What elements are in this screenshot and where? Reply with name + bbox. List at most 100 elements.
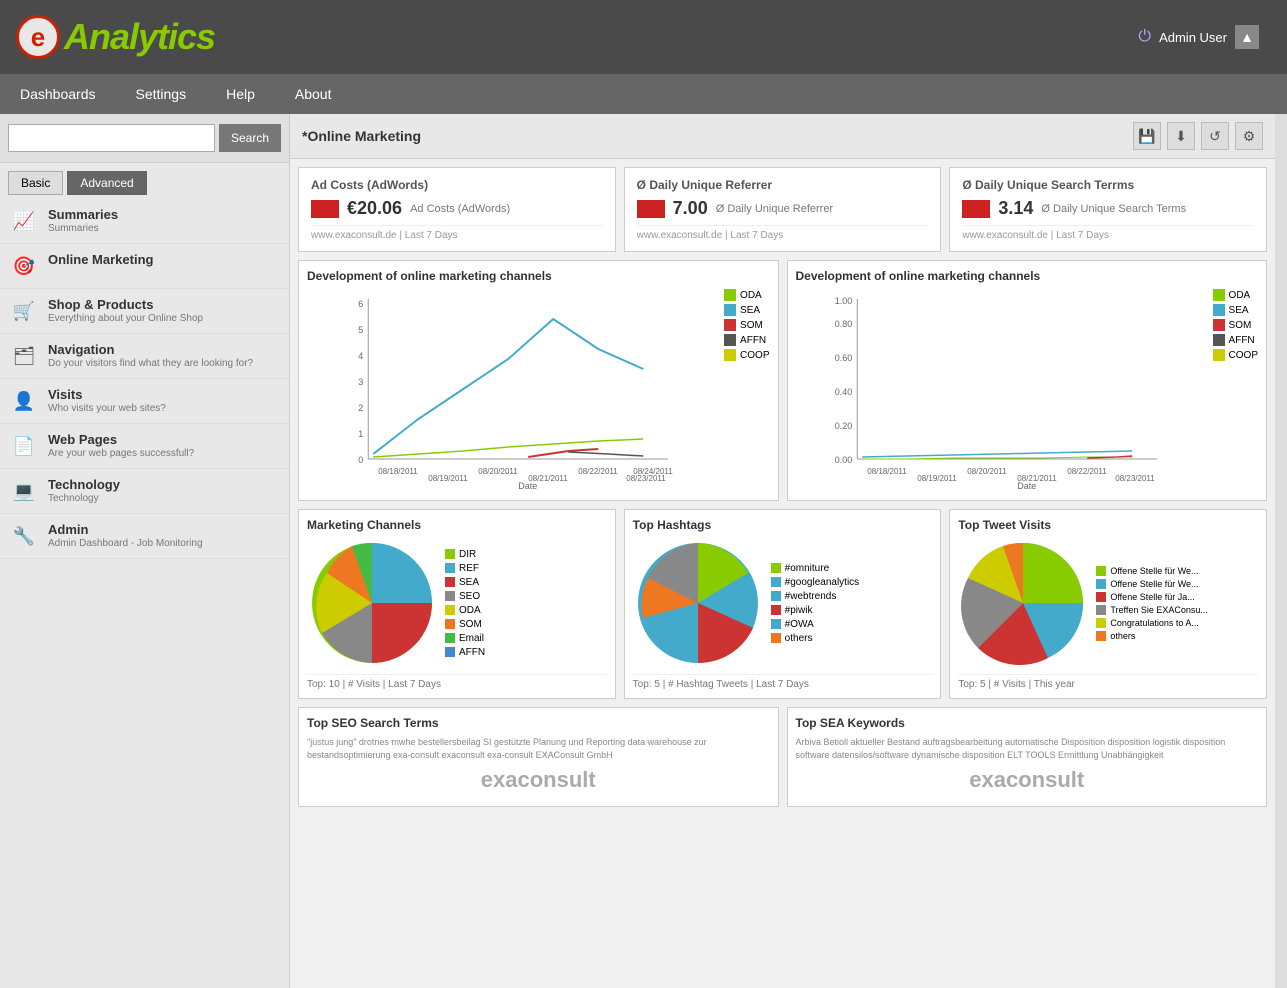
svg-text:5: 5 (358, 325, 363, 335)
stat-title-referrer: Ø Daily Unique Referrer (637, 178, 929, 192)
line-chart-1-legend: ODA SEA SOM AFFN COOP (724, 289, 769, 361)
stat-indicator-search (962, 200, 990, 218)
collapse-button[interactable]: ▲ (1235, 25, 1259, 49)
search-button[interactable]: Search (219, 124, 281, 152)
pie-marketing-footer: Top: 10 | # Visits | Last 7 Days (307, 674, 607, 690)
svg-text:08/18/2011: 08/18/2011 (867, 467, 907, 476)
legend-affn: AFFN (724, 334, 769, 346)
line-chart-1: Development of online marketing channels… (298, 260, 779, 501)
content-header: *Online Marketing 💾 ⬇ ↺ ⚙ (290, 114, 1275, 159)
refresh-icon[interactable]: ↺ (1201, 122, 1229, 150)
pie-row: Marketing Channels (298, 509, 1267, 699)
logo-icon: e (16, 15, 60, 59)
menu-icon-5: 📄 (10, 432, 38, 460)
svg-text:0.80: 0.80 (834, 319, 852, 329)
power-icon[interactable]: ⏻ (1138, 28, 1151, 46)
nav-about[interactable]: About (275, 74, 352, 114)
download-icon[interactable]: ⬇ (1167, 122, 1195, 150)
pie-hashtags: Top Hashtags #omniture (624, 509, 942, 699)
svg-text:08/18/2011: 08/18/2011 (378, 467, 418, 476)
sidebar-item-summaries[interactable]: 📈 Summaries Summaries (0, 199, 289, 244)
menu-text-6: Technology Technology (48, 477, 120, 504)
pie-tweets-content: Offene Stelle für We... Offene Stelle fü… (958, 538, 1258, 668)
legend-affn-pie: AFFN (445, 647, 485, 658)
pie-tweets-footer: Top: 5 | # Visits | This year (958, 674, 1258, 690)
nav-settings[interactable]: Settings (116, 74, 207, 114)
main-layout: Search Basic Advanced 📈 Summaries Summar… (0, 114, 1287, 988)
stat-footer-search: www.exaconsult.de | Last 7 Days (962, 225, 1254, 241)
menu-text-7: Admin Admin Dashboard - Job Monitoring (48, 522, 203, 549)
menu-title-1: Online Marketing (48, 252, 153, 267)
legend-oda: ODA (724, 289, 769, 301)
nav-help[interactable]: Help (206, 74, 275, 114)
menu-title-3: Navigation (48, 342, 253, 357)
seo-row: Top SEO Search Terms "justus jung" drotn… (298, 707, 1267, 807)
scrollbar[interactable] (1275, 114, 1287, 988)
sidebar-item-web-pages[interactable]: 📄 Web Pages Are your web pages successfu… (0, 424, 289, 469)
navbar: Dashboards Settings Help About (0, 74, 1287, 114)
stat-card-adcosts: Ad Costs (AdWords) €20.06 Ad Costs (AdWo… (298, 167, 616, 252)
menu-sub-4: Who visits your web sites? (48, 403, 166, 414)
stat-desc-search: Ø Daily Unique Search Terms (1041, 203, 1186, 215)
sidebar-item-visits[interactable]: 👤 Visits Who visits your web sites? (0, 379, 289, 424)
stat-card-search: Ø Daily Unique Search Terrms 3.14 Ø Dail… (949, 167, 1267, 252)
line-chart-2-area: 0.00 0.20 0.40 0.60 0.80 1.00 08/18/2011… (796, 289, 1259, 492)
svg-text:0: 0 (358, 455, 363, 465)
seo-brand-2: exaconsult (796, 767, 1259, 793)
svg-text:08/22/2011: 08/22/2011 (1067, 467, 1107, 476)
tab-bar: Basic Advanced (0, 163, 289, 195)
menu-text-1: Online Marketing (48, 252, 153, 267)
nav-dashboards[interactable]: Dashboards (0, 74, 116, 114)
svg-text:2: 2 (358, 403, 363, 413)
svg-text:08/23/2011: 08/23/2011 (1115, 474, 1155, 483)
menu-sub-7: Admin Dashboard - Job Monitoring (48, 538, 203, 549)
navbar-left: Dashboards Settings Help About (0, 74, 1287, 114)
svg-text:4: 4 (358, 351, 363, 361)
seo-search-text: "justus jung" drotnes mwhe bestellersbei… (307, 736, 770, 761)
svg-text:1.00: 1.00 (834, 296, 852, 306)
stat-desc-adcosts: Ad Costs (AdWords) (410, 203, 510, 215)
seo-keywords-title: Top SEA Keywords (796, 716, 1259, 730)
legend2-affn: AFFN (1213, 334, 1258, 346)
sidebar-item-technology[interactable]: 💻 Technology Technology (0, 469, 289, 514)
save-icon[interactable]: 💾 (1133, 122, 1161, 150)
search-input[interactable] (8, 124, 215, 152)
legend-seo: SEO (445, 591, 485, 602)
legend-coop: COOP (724, 349, 769, 361)
svg-text:08/20/2011: 08/20/2011 (967, 467, 1007, 476)
svg-text:0.20: 0.20 (834, 421, 852, 431)
menu-icon-2: 🛒 (10, 297, 38, 325)
menu-title-4: Visits (48, 387, 166, 402)
pie-hashtags-footer: Top: 5 | # Hashtag Tweets | Last 7 Days (633, 674, 933, 690)
sidebar-item-navigation[interactable]: 🗂 Navigation Do your visitors find what … (0, 334, 289, 379)
stat-indicator-referrer (637, 200, 665, 218)
svg-text:08/20/2011: 08/20/2011 (478, 467, 518, 476)
menu-title-6: Technology (48, 477, 120, 492)
menu-title-7: Admin (48, 522, 203, 537)
legend2-oda: ODA (1213, 289, 1258, 301)
settings-icon[interactable]: ⚙ (1235, 122, 1263, 150)
stat-footer-adcosts: www.exaconsult.de | Last 7 Days (311, 225, 603, 241)
stat-indicator-adcosts (311, 200, 339, 218)
pie-hashtags-content: #omniture #googleanalytics #webtrends #p… (633, 538, 933, 668)
legend-som: SOM (724, 319, 769, 331)
sidebar-item-online-marketing[interactable]: 🎯 Online Marketing (0, 244, 289, 289)
logo-text: Analytics (64, 16, 215, 58)
sidebar-item-shop-&-products[interactable]: 🛒 Shop & Products Everything about your … (0, 289, 289, 334)
stats-row: Ad Costs (AdWords) €20.06 Ad Costs (AdWo… (298, 167, 1267, 252)
stat-value-referrer: 7.00 (673, 198, 708, 219)
tab-advanced[interactable]: Advanced (67, 171, 146, 195)
svg-text:08/19/2011: 08/19/2011 (428, 474, 468, 483)
svg-text:0.00: 0.00 (834, 455, 852, 465)
menu-sub-3: Do your visitors find what they are look… (48, 358, 253, 369)
tab-basic[interactable]: Basic (8, 171, 63, 195)
svg-text:0.60: 0.60 (834, 353, 852, 363)
line-charts-row: Development of online marketing channels… (298, 260, 1267, 501)
seo-search-terms: Top SEO Search Terms "justus jung" drotn… (298, 707, 779, 807)
sidebar-item-admin[interactable]: 🔧 Admin Admin Dashboard - Job Monitoring (0, 514, 289, 559)
pie-marketing-title: Marketing Channels (307, 518, 607, 532)
seo-keywords: Top SEA Keywords Arbiva Betioll aktuelle… (787, 707, 1268, 807)
menu-sub-6: Technology (48, 493, 120, 504)
menu-sub-5: Are your web pages successfull? (48, 448, 194, 459)
menu-icon-4: 👤 (10, 387, 38, 415)
